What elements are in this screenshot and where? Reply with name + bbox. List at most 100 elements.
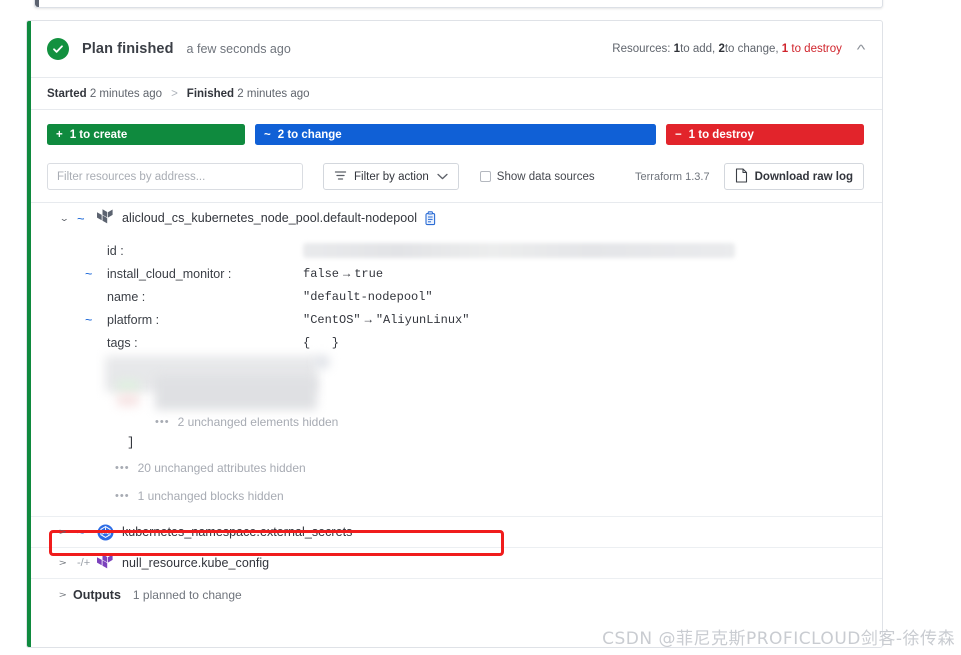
success-check-icon [47, 38, 69, 60]
ellipsis-icon: ••• [115, 462, 130, 474]
finished-value: 2 minutes ago [237, 87, 310, 100]
bar-to-change-label: 2 to change [277, 128, 342, 141]
chevron-down-icon [437, 171, 448, 183]
download-raw-log-label: Download raw log [754, 170, 853, 183]
terraform-version: Terraform 1.3.7 [635, 170, 710, 183]
change-type-replace-icon: -/+ [77, 557, 91, 569]
terraform-logo-icon [97, 209, 122, 227]
filter-by-action-label: Filter by action [354, 170, 429, 183]
plan-finished-card: Plan finished a few seconds ago Resource… [26, 20, 883, 648]
diff-line-tags: tags : { } [27, 331, 882, 354]
redaction-blur-2 [155, 376, 317, 410]
change-type-tilde-icon: ~ [77, 524, 85, 540]
diff-value: { } [303, 335, 340, 350]
show-data-sources-checkbox[interactable]: Show data sources [479, 170, 595, 183]
outputs-row[interactable]: > Outputs 1 planned to change [27, 578, 882, 610]
closing-bracket: ] [127, 436, 135, 450]
hidden-blocks-label: 1 unchanged blocks hidden [137, 489, 284, 503]
chevron-right-icon[interactable]: > [59, 558, 74, 567]
bar-to-change[interactable]: ~ 2 to change [255, 124, 656, 145]
change-label: to change, [724, 43, 779, 55]
hidden-blocks-note[interactable]: ••• 1 unchanged blocks hidden [27, 482, 882, 510]
tilde-icon: ~ [264, 128, 271, 141]
diff-mark-tilde: ~ [85, 312, 93, 327]
diff-value: "default-nodepool" [303, 289, 433, 304]
diff-new-value: "AliyunLinux" [375, 312, 470, 327]
diff-mark-tilde: ~ [85, 266, 93, 281]
diff-key: name : [107, 289, 146, 304]
diff-line-platform: ~ platform : "CentOS" → "AliyunLinux" [27, 308, 882, 331]
diff-key: tags : [107, 335, 138, 350]
filter-toolbar: Filter by action Show data sources Terra… [27, 155, 882, 202]
redaction-blur-3 [117, 380, 139, 392]
diff-old-value: false [303, 266, 340, 281]
minus-icon: − [674, 128, 682, 141]
timeline-separator: > [171, 87, 178, 100]
card-header: Plan finished a few seconds ago Resource… [27, 21, 882, 77]
redacted-nested-block: ••• 2 unchanged elements hidden [27, 354, 882, 432]
download-raw-log-button[interactable]: Download raw log [723, 163, 864, 190]
chevron-right-icon[interactable]: > [59, 527, 74, 536]
status-timestamp: a few seconds ago [186, 42, 291, 56]
outputs-label: Outputs [73, 587, 121, 602]
change-type-tilde-icon: ~ [77, 210, 85, 226]
diff-key: install_cloud_monitor : [107, 266, 232, 281]
hidden-attributes-label: 20 unchanged attributes hidden [137, 461, 306, 475]
resource-address: alicloud_cs_kubernetes_node_pool.default… [122, 211, 418, 225]
resource-row-null-resource[interactable]: > -/+ null_resource.kube_config [27, 547, 882, 578]
arrow-icon: → [364, 312, 372, 327]
hidden-elements-label: 2 unchanged elements hidden [177, 414, 339, 429]
previous-card-stub [34, 0, 883, 8]
resource-diff-body: id : ~ install_cloud_monitor : false → t… [27, 233, 882, 556]
ellipsis-icon: ••• [155, 415, 170, 428]
redacted-value [303, 243, 735, 258]
redaction-blur-5 [315, 356, 329, 368]
filter-icon [334, 169, 347, 185]
kubernetes-logo-icon [97, 524, 122, 541]
search-input[interactable] [47, 163, 303, 190]
destroy-summary: 1 to destroy [782, 43, 842, 55]
diff-old-value: "CentOS" [303, 312, 361, 327]
terraform-logo-icon [97, 554, 122, 572]
bar-to-destroy[interactable]: − 1 to destroy [665, 124, 864, 145]
diff-new-value: true [354, 266, 384, 281]
checkbox-box-icon [479, 171, 491, 182]
arrow-icon: → [343, 266, 351, 281]
bar-to-destroy-label: 1 to destroy [688, 128, 754, 141]
resources-label: Resources: [612, 43, 671, 55]
outputs-summary: 1 planned to change [132, 587, 242, 602]
filter-by-action-button[interactable]: Filter by action [323, 163, 459, 190]
add-label: to add, [680, 43, 716, 55]
show-data-sources-label: Show data sources [496, 170, 595, 183]
csdn-watermark: CSDN @菲尼克斯PROFICLOUD剑客-徐传森 [602, 629, 955, 649]
destroy-label: to destroy [788, 43, 842, 55]
page-title: Plan finished [82, 41, 174, 57]
plus-icon: + [56, 128, 63, 141]
chevron-right-icon[interactable]: > [59, 590, 74, 599]
run-timeline: Started 2 minutes ago > Finished 2 minut… [27, 77, 882, 110]
diff-line-install-cloud-monitor: ~ install_cloud_monitor : false → true [27, 262, 882, 285]
ellipsis-icon: ••• [115, 490, 130, 502]
bar-to-create-label: 1 to create [69, 128, 128, 141]
hidden-elements-note[interactable]: ••• 2 unchanged elements hidden [155, 410, 338, 433]
finished-label: Finished [186, 87, 235, 100]
started-value: 2 minutes ago [89, 87, 163, 100]
resource-row-kubernetes-namespace[interactable]: > ~ kubernetes_namespace.external_secret… [27, 516, 882, 547]
resource-address: kubernetes_namespace.external_secrets [122, 525, 353, 539]
diff-key: platform : [107, 312, 160, 327]
diff-key: id : [107, 243, 124, 258]
chevron-down-icon[interactable]: ⌄ [59, 213, 74, 223]
redaction-blur-4 [117, 394, 139, 406]
chevron-up-icon[interactable]: ^ [857, 43, 866, 56]
diff-line-name: name : "default-nodepool" [27, 285, 882, 308]
copy-icon[interactable] [425, 210, 439, 226]
document-icon [735, 167, 748, 186]
resource-row-nodepool[interactable]: ⌄ ~ alicloud_cs_kubernetes_node_pool.def… [27, 202, 882, 233]
started-label: Started [47, 87, 87, 100]
bar-to-create[interactable]: + 1 to create [47, 124, 246, 145]
resources-summary: Resources: 1 to add, 2 to change, 1 to d… [612, 43, 866, 56]
resource-address: null_resource.kube_config [122, 556, 270, 570]
hidden-attributes-note[interactable]: ••• 20 unchanged attributes hidden [27, 454, 882, 482]
change-summary-bars: + 1 to create ~ 2 to change − 1 to destr… [27, 110, 882, 155]
diff-line-id: id : [27, 239, 882, 262]
